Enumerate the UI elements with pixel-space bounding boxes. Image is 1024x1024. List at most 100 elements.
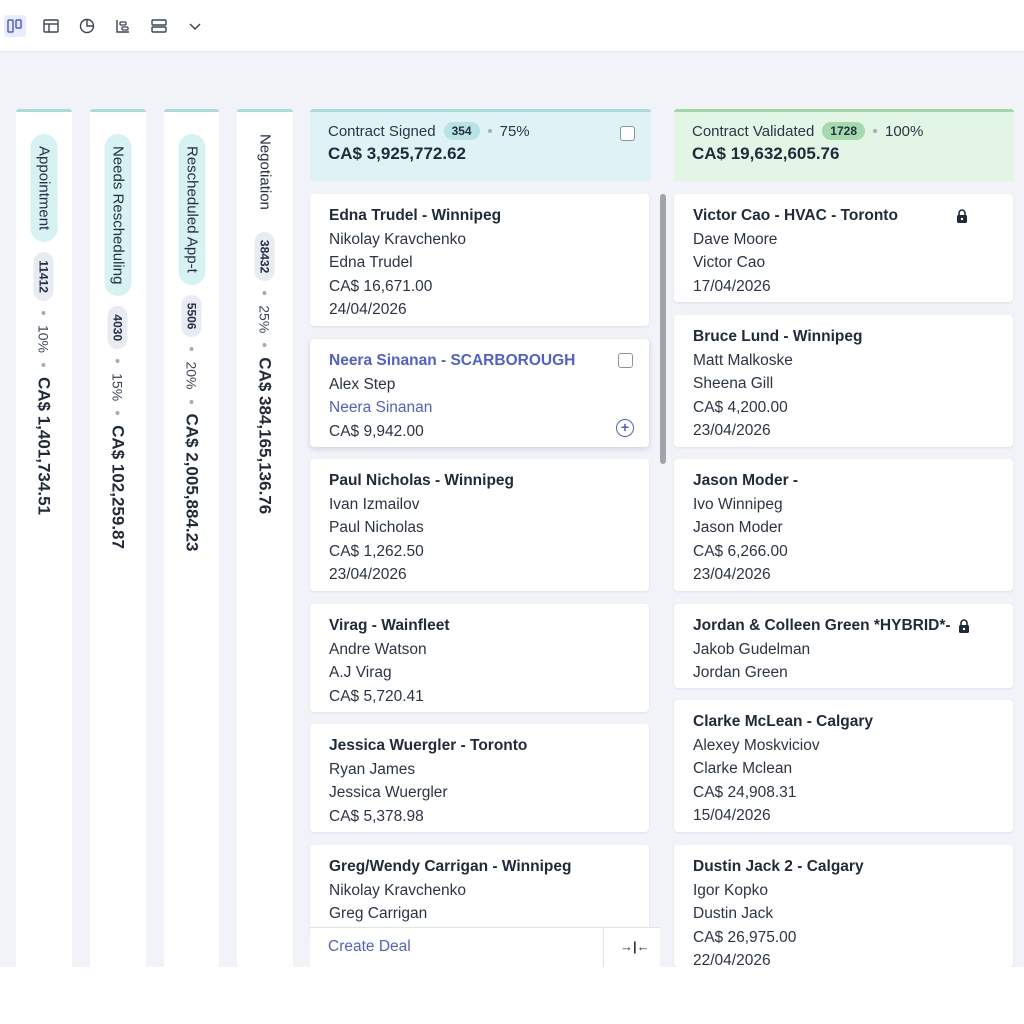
stage-amount: CA$ 384,165,136.76	[256, 357, 275, 515]
deal-card[interactable]: Jessica Wuergler - Toronto Ryan James Je…	[310, 724, 649, 832]
chevron-down-icon[interactable]	[184, 15, 206, 37]
stage-count: 1728	[822, 122, 865, 140]
deal-card[interactable]: Jordan & Colleen Green *HYBRID*- Jakob G…	[674, 604, 1013, 688]
add-activity-icon[interactable]: +	[616, 419, 634, 437]
deal-contact[interactable]: Neera Sinanan	[329, 396, 630, 420]
deal-date: 23/04/2026	[329, 566, 407, 583]
stage-percent: 100%	[885, 122, 924, 140]
stage-percent: 25%	[257, 305, 273, 334]
stage-name: Contract Validated	[692, 122, 815, 140]
deal-title[interactable]: Bruce Lund - Winnipeg	[693, 325, 994, 349]
stage-percent: 20%	[183, 361, 200, 390]
stage-column-needs-rescheduling[interactable]: Needs Rescheduling 4030 15% CA$ 102,259.…	[90, 109, 146, 967]
stage-column-appointment[interactable]: Appointment 11412 10% CA$ 1,401,734.51	[16, 109, 72, 967]
deal-title[interactable]: Virag - Wainfleet	[329, 614, 630, 638]
deal-card[interactable]: Dustin Jack 2 - Calgary Igor Kopko Dusti…	[674, 845, 1013, 967]
stage-amount: CA$ 1,401,734.51	[35, 376, 54, 515]
deal-date: 23/04/2026	[693, 566, 771, 583]
deal-amount: CA$ 1,262.50	[329, 542, 424, 560]
separator-dot	[263, 291, 267, 296]
deal-contact: Greg Carrigan	[329, 905, 428, 922]
deal-card[interactable]: Neera Sinanan - SCARBOROUGH Alex Step Ne…	[310, 339, 649, 447]
collapse-column-icon[interactable]: →|←	[620, 939, 650, 954]
stage-name: Contract Signed	[328, 122, 436, 140]
deal-title[interactable]: Neera Sinanan - SCARBOROUGH	[329, 349, 630, 373]
table-view-icon[interactable]	[40, 15, 62, 37]
deal-date: 22/04/2026	[693, 952, 771, 967]
deal-date: 17/04/2026	[693, 277, 771, 295]
separator-dot	[487, 129, 492, 133]
column-footer: Create Deal →|←	[310, 927, 660, 967]
deal-card[interactable]: Jason Moder - Ivo Winnipeg Jason Moder C…	[674, 459, 1013, 591]
deal-title[interactable]: Paul Nicholas - Winnipeg	[329, 469, 630, 493]
deal-owner: Jakob Gudelman	[693, 640, 811, 658]
stage-amount: CA$ 3,925,772.62	[328, 144, 466, 163]
stage-header-contract-validated: Contract Validated 1728 100% CA$ 19,632,…	[674, 109, 1014, 181]
separator-dot	[189, 347, 194, 352]
deal-date: 15/04/2026	[693, 807, 771, 824]
deal-card[interactable]: Greg/Wendy Carrigan - Winnipeg Nikolay K…	[310, 845, 649, 940]
deal-date: 24/04/2026	[329, 301, 407, 318]
stage-column-negotiation[interactable]: Negotiation 38432 25% CA$ 384,165,136.76	[237, 109, 293, 967]
deal-date: 23/04/2026	[693, 422, 771, 439]
deal-amount: CA$ 4,200.00	[693, 398, 788, 416]
deal-title[interactable]: Jessica Wuergler - Toronto	[329, 734, 630, 758]
stage-amount: CA$ 2,005,884.23	[182, 413, 202, 552]
list-view-icon[interactable]	[148, 15, 170, 37]
deal-title[interactable]: Dustin Jack 2 - Calgary	[693, 855, 994, 879]
deal-card[interactable]: Victor Cao - HVAC - Toronto Dave Moore V…	[674, 194, 1013, 302]
timeline-view-icon[interactable]	[112, 15, 134, 37]
separator-dot	[873, 129, 877, 133]
stage-column-rescheduled-appt[interactable]: Rescheduled App-t 5506 20% CA$ 2,005,884…	[164, 109, 219, 967]
deal-title[interactable]: Victor Cao - HVAC - Toronto	[693, 204, 994, 228]
deal-contact: Sheena Gill	[693, 375, 774, 392]
deal-contact: Edna Trudel	[329, 254, 413, 271]
deal-owner: Dave Moore	[693, 230, 778, 248]
stage-count: 38432	[255, 231, 275, 282]
deal-title[interactable]: Jason Moder -	[693, 469, 994, 493]
card-checkbox[interactable]	[618, 353, 633, 368]
deal-card[interactable]: Clarke McLean - Calgary Alexey Moskvicio…	[674, 700, 1013, 832]
lock-icon	[957, 209, 967, 223]
stage-name: Rescheduled App-t	[178, 134, 205, 285]
kanban-view-icon[interactable]	[4, 14, 26, 37]
deal-owner: Ivan Izmailov	[329, 495, 420, 513]
deal-contact: Jason Moder	[693, 519, 783, 536]
view-toolbar	[0, 0, 1024, 52]
deal-contact: Victor Cao	[693, 254, 766, 271]
lock-icon	[959, 619, 969, 633]
chart-view-icon[interactable]	[76, 15, 98, 37]
deal-amount: CA$ 5,378.98	[329, 807, 424, 825]
deal-card[interactable]: Paul Nicholas - Winnipeg Ivan Izmailov P…	[310, 459, 649, 591]
deal-owner: Ivo Winnipeg	[693, 495, 783, 513]
stage-percent: 15%	[110, 373, 126, 402]
deal-card[interactable]: Bruce Lund - Winnipeg Matt Malkoske Shee…	[674, 315, 1013, 447]
deal-contact: Dustin Jack	[693, 905, 774, 922]
separator-dot	[189, 399, 194, 404]
deal-amount: CA$ 26,975.00	[693, 928, 797, 946]
select-all-checkbox[interactable]	[620, 126, 635, 141]
deal-owner: Andre Watson	[329, 640, 427, 658]
deal-owner: Ryan James	[329, 760, 416, 778]
deal-owner: Alexey Moskviciov	[693, 736, 820, 754]
separator-dot	[116, 359, 120, 364]
deal-owner: Igor Kopko	[693, 881, 768, 899]
deal-title[interactable]: Jordan & Colleen Green *HYBRID*-	[693, 614, 994, 638]
deal-contact: Clarke Mclean	[693, 760, 793, 777]
divider	[603, 928, 604, 967]
deal-card[interactable]: Virag - Wainfleet Andre Watson A.J Virag…	[310, 604, 649, 712]
deal-title[interactable]: Clarke McLean - Calgary	[693, 710, 994, 734]
deal-title[interactable]: Edna Trudel - Winnipeg	[329, 204, 630, 228]
stage-count: 354	[443, 122, 480, 140]
deal-contact: A.J Virag	[329, 664, 392, 681]
stage-name: Appointment	[30, 134, 58, 243]
deal-contact: Paul Nicholas	[329, 519, 424, 536]
deal-amount: CA$ 9,942.00	[329, 422, 424, 440]
deal-owner: Alex Step	[329, 375, 396, 393]
deal-card[interactable]: Edna Trudel - Winnipeg Nikolay Kravchenk…	[310, 194, 649, 326]
column-scrollbar[interactable]	[660, 194, 666, 464]
create-deal-button[interactable]: Create Deal	[328, 938, 411, 956]
separator-dot	[116, 411, 120, 416]
deal-title[interactable]: Greg/Wendy Carrigan - Winnipeg	[329, 855, 630, 879]
stage-percent: 10%	[36, 324, 52, 353]
